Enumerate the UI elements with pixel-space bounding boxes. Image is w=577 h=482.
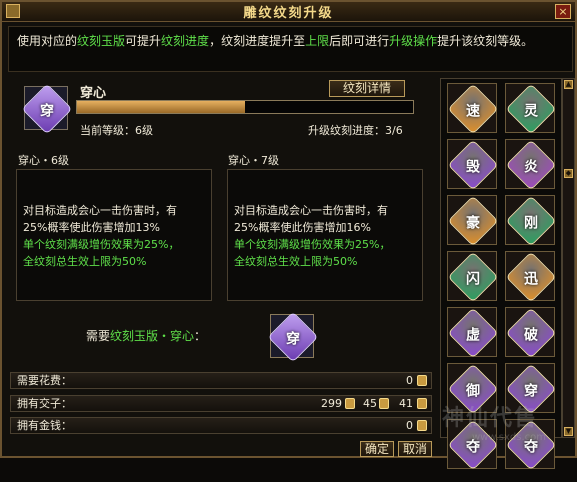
jade-glyph: 穿: [40, 103, 54, 120]
current-title: 穿心・6级: [18, 154, 69, 167]
jiaozi-value-a: 299: [321, 397, 342, 410]
progress-fill: [77, 101, 245, 113]
jade-glyph: 毁: [466, 159, 480, 176]
coin-icon: [417, 375, 427, 386]
inscription-slot[interactable]: 灵: [505, 83, 557, 135]
jade-glyph: 灵: [524, 103, 538, 120]
money-coin-icon: [417, 420, 427, 431]
jade-glyph: 速: [466, 103, 480, 120]
jade-glyph: 闪: [466, 271, 480, 288]
requirement-glyph: 穿: [286, 331, 300, 348]
item-portrait[interactable]: 穿: [21, 83, 73, 135]
inscription-slot[interactable]: 破: [505, 307, 557, 359]
current-line-4: 全纹刻总生效上限为50%: [23, 255, 147, 268]
money-label: 拥有金钱：: [17, 419, 72, 432]
desc-text-5: 提升该纹刻等级。: [437, 34, 534, 48]
jiaozi-a-icon: [345, 398, 355, 409]
scroll-down-icon[interactable]: ▼: [564, 427, 573, 436]
title-ornament-left-icon: [6, 4, 20, 18]
jiaozi-b-icon: [379, 398, 389, 409]
upgrade-progress: 升级纹刻进度：3/6: [308, 124, 403, 137]
jade-glyph: 虚: [466, 327, 480, 344]
inscription-slot[interactable]: 速: [447, 83, 499, 135]
current-level: 当前等级：6级: [80, 124, 153, 137]
requirement-item: 纹刻玉版・穿心: [110, 329, 195, 343]
desc-highlight-3: 上限: [305, 34, 330, 48]
detail-button[interactable]: 纹刻详情: [329, 80, 405, 97]
next-line-4: 全纹刻总生效上限为50%: [234, 255, 358, 268]
jade-icon: 穿: [21, 83, 73, 135]
jade-tablet-icon: 毁: [447, 139, 499, 191]
close-button[interactable]: ×: [555, 4, 571, 19]
scrollbar[interactable]: ▲ ◆ ▼: [562, 78, 575, 438]
current-effect-box: 对目标造成会心一击伤害时，有 25%概率使此伤害增加13% 单个纹刻满级增伤效果…: [16, 169, 212, 301]
desc-text-4: 后即可进行: [329, 34, 390, 48]
jade-glyph: 破: [524, 327, 538, 344]
jade-glyph: 刚: [524, 215, 538, 232]
current-line-2: 25%概率使此伤害增加13%: [23, 221, 160, 234]
window-title: 雕纹纹刻升级: [243, 6, 334, 21]
confirm-button[interactable]: 确定: [360, 441, 394, 457]
jiaozi-value-b: 45: [363, 397, 377, 410]
cost-row: 需要花费： 0: [10, 372, 432, 389]
desc-highlight-1: 纹刻玉版: [77, 34, 126, 48]
cost-value: 0: [406, 374, 413, 387]
inscription-slot[interactable]: 豪: [447, 195, 499, 247]
jiaozi-label: 拥有交子：: [17, 397, 72, 410]
jade-tablet-icon: 豪: [447, 195, 499, 247]
inscription-slot[interactable]: 刚: [505, 195, 557, 247]
watermark-text: 神仙代售: [442, 406, 539, 431]
inscription-slot[interactable]: 虚: [447, 307, 499, 359]
next-line-2: 25%概率使此伤害增加16%: [234, 221, 371, 234]
cancel-button[interactable]: 取消: [398, 441, 432, 457]
desc-text-3: ，纹刻进度提升至: [209, 34, 306, 48]
inscription-slot[interactable]: 闪: [447, 251, 499, 303]
item-name: 穿心: [80, 86, 107, 101]
inscription-slot[interactable]: 迅: [505, 251, 557, 303]
jiaozi-value-c: 41: [399, 397, 413, 410]
next-effect-box: 对目标造成会心一击伤害时，有 25%概率使此伤害增加16% 单个纹刻满级增伤效果…: [227, 169, 423, 301]
upgrade-window: 雕纹纹刻升级 × 使用对应的纹刻玉版可提升纹刻进度，纹刻进度提升至上限后即可进行…: [0, 0, 577, 471]
money-value: 0: [406, 419, 413, 432]
jade-tablet-icon: 破: [505, 307, 557, 359]
jade-tablet-icon: 迅: [505, 251, 557, 303]
next-line-3: 单个纹刻满级增伤效果为25%，: [234, 238, 391, 251]
jade-tablet-icon: 速: [447, 83, 499, 135]
scroll-up-icon[interactable]: ▲: [564, 80, 573, 89]
jade-tablet-icon: 炎: [505, 139, 557, 191]
current-line-1: 对目标造成会心一击伤害时，有: [23, 204, 177, 217]
description-panel: 使用对应的纹刻玉版可提升纹刻进度，纹刻进度提升至上限后即可进行升级操作提升该纹刻…: [8, 26, 573, 72]
next-title: 穿心・7级: [228, 154, 279, 167]
jiaozi-c-icon: [417, 398, 427, 409]
jade-tablet-icon: 刚: [505, 195, 557, 247]
cost-label: 需要花费：: [17, 374, 72, 387]
requirement-label: 需要纹刻玉版・穿心：: [86, 327, 206, 344]
inscription-slot[interactable]: 毁: [447, 139, 499, 191]
requirement-suffix: ：: [194, 329, 207, 343]
desc-highlight-4: 升级操作: [389, 34, 438, 48]
jade-glyph: 豪: [466, 215, 480, 232]
title-bar[interactable]: 雕纹纹刻升级 ×: [2, 2, 575, 22]
requirement-prefix: 需要: [86, 329, 111, 343]
next-line-1: 对目标造成会心一击伤害时，有: [234, 204, 388, 217]
jade-glyph: 炎: [524, 159, 538, 176]
desc-highlight-2: 纹刻进度: [161, 34, 210, 48]
desc-text-2: 可提升: [125, 34, 162, 48]
inscription-grid: 速灵毁炎豪刚闪迅虚破御穿夺夺: [440, 78, 562, 471]
watermark-url: www.sxds.com: [472, 432, 547, 443]
money-row: 拥有金钱： 0: [10, 417, 432, 434]
jade-tablet-icon: 穿: [267, 311, 319, 363]
jiaozi-row: 拥有交子： 299 45 41: [10, 395, 432, 412]
jade-tablet-icon: 闪: [447, 251, 499, 303]
scroll-thumb[interactable]: ◆: [564, 169, 573, 178]
jade-glyph: 迅: [524, 271, 538, 288]
progress-bar: [76, 100, 414, 114]
jade-tablet-icon: 灵: [505, 83, 557, 135]
current-line-3: 单个纹刻满级增伤效果为25%，: [23, 238, 180, 251]
jade-tablet-icon: 虚: [447, 307, 499, 359]
desc-text-1: 使用对应的: [17, 34, 78, 48]
requirement-slot[interactable]: 穿: [267, 311, 319, 363]
inscription-slot[interactable]: 炎: [505, 139, 557, 191]
